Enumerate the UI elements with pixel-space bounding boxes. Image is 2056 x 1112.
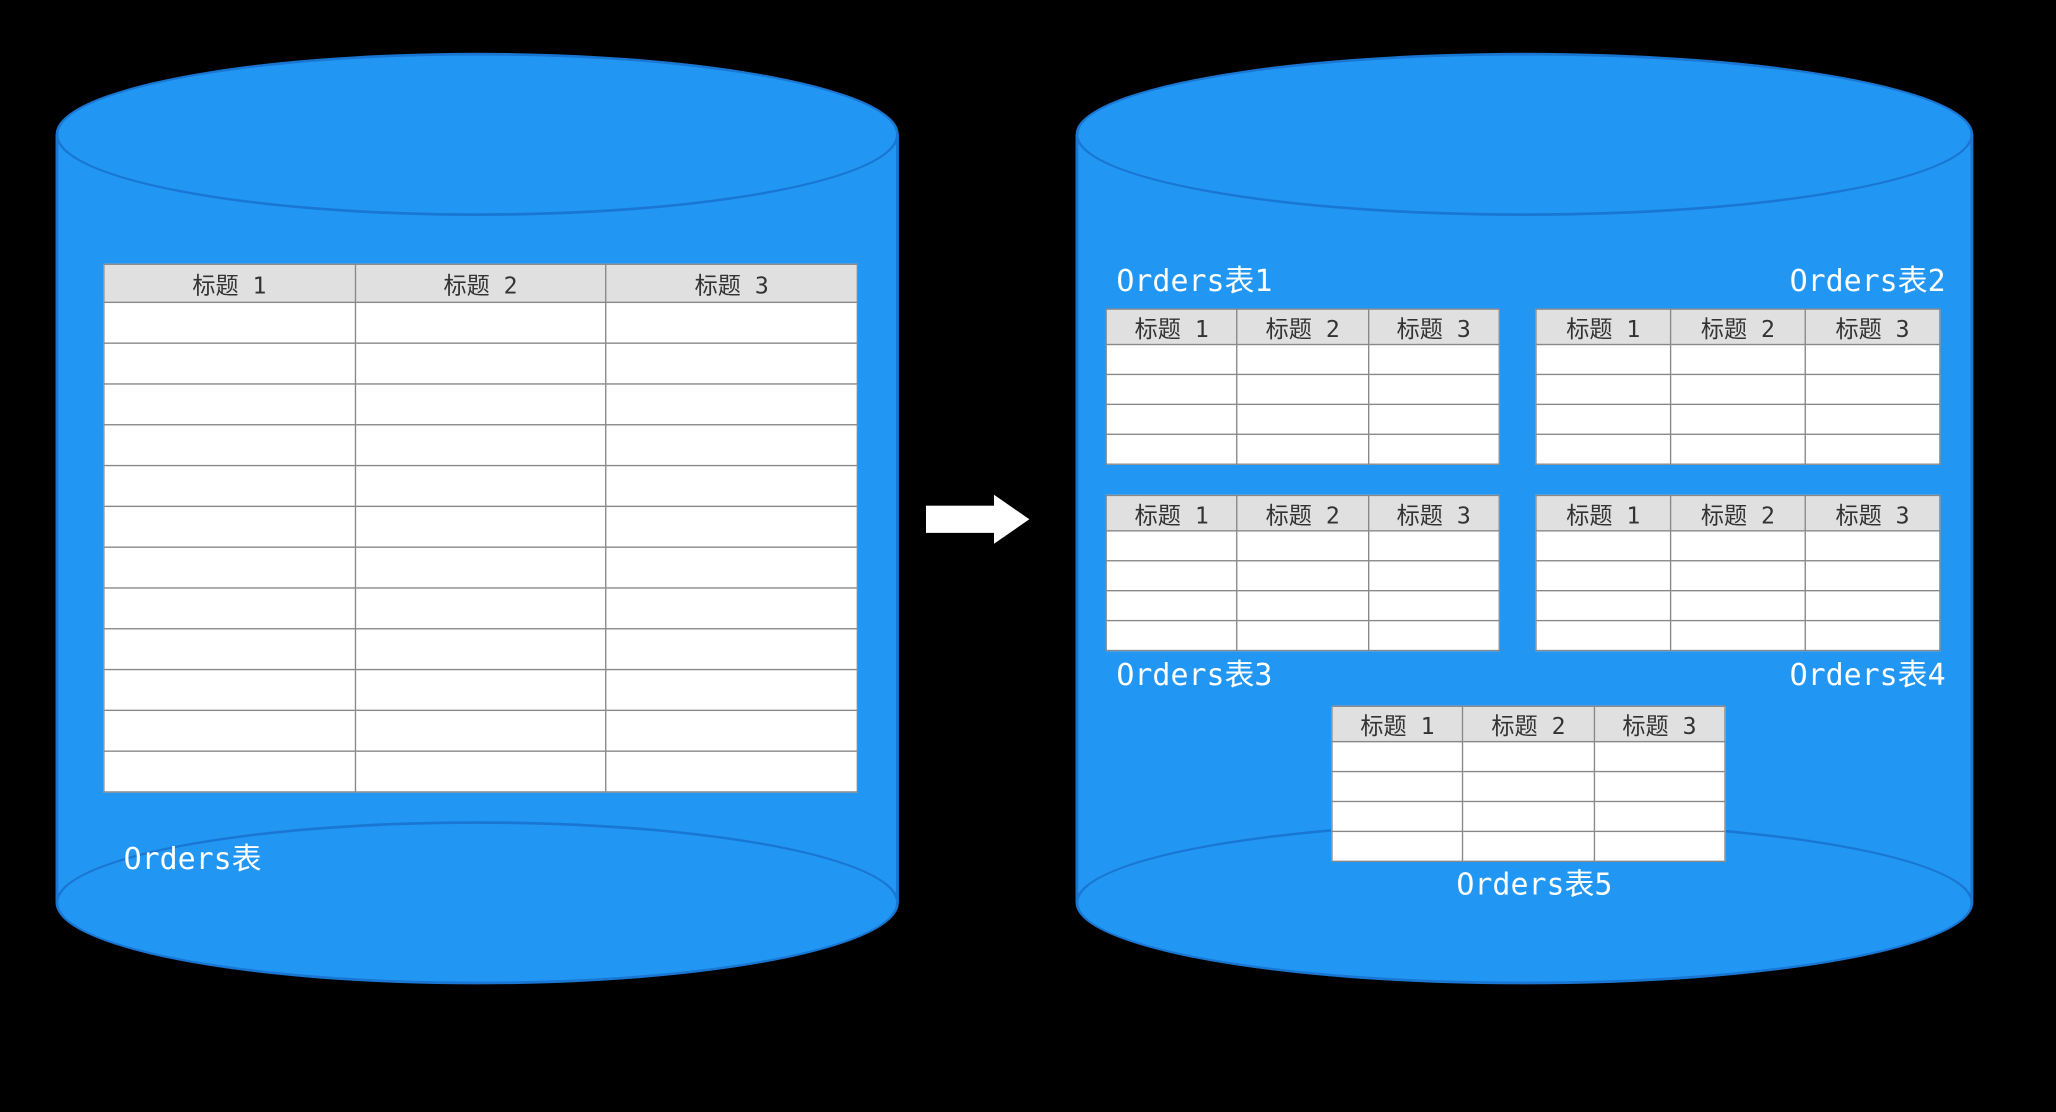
db2-t1-th1: 标题 1 xyxy=(1106,309,1237,344)
diagram-stage: 标题 1 标题 2 标题 3 Orders表 订单库1 Or xyxy=(1,26,2055,1087)
db2-t3-th2: 标题 2 xyxy=(1237,495,1368,530)
db2-t2-th1: 标题 1 xyxy=(1536,309,1671,344)
db2-t3-label: Orders表3 xyxy=(1116,651,1272,695)
db1-th1: 标题 1 xyxy=(104,264,355,302)
db2-t5-th2: 标题 2 xyxy=(1463,706,1594,741)
db2-t4-th3: 标题 3 xyxy=(1805,495,1940,530)
db2-t2-th3: 标题 3 xyxy=(1805,309,1940,344)
db2-t1-th3: 标题 3 xyxy=(1368,309,1499,344)
db1-orders-table: 标题 1 标题 2 标题 3 xyxy=(103,264,858,793)
db2-t5-table: 标题 1 标题 2 标题 3 xyxy=(1331,706,1725,862)
db1-th2: 标题 2 xyxy=(355,264,606,302)
db2-cylinder-top xyxy=(1076,53,1974,216)
db2-t4-th1: 标题 1 xyxy=(1536,495,1671,530)
db2-t5-label: Orders表5 xyxy=(1456,861,1612,905)
db2-t1-label: Orders表1 xyxy=(1116,257,1272,301)
db2-t3-table: 标题 1 标题 2 标题 3 xyxy=(1106,495,1500,651)
db1-caption: 订单库1 xyxy=(355,1005,600,1055)
db2-t1-table: 标题 1 标题 2 标题 3 xyxy=(1106,308,1500,464)
db2-t4-th2: 标题 2 xyxy=(1671,495,1806,530)
db2-caption: 订单库2 xyxy=(1402,1005,1647,1055)
db1-cylinder-top xyxy=(56,53,899,216)
db2-t2-label: Orders表2 xyxy=(1790,257,1946,301)
db2-t2-table: 标题 1 标题 2 标题 3 xyxy=(1535,308,1940,464)
db2-t3-th1: 标题 1 xyxy=(1106,495,1237,530)
db1-th3: 标题 3 xyxy=(606,264,857,302)
db2-t2-th2: 标题 2 xyxy=(1671,309,1806,344)
db1-table-label: Orders表 xyxy=(124,835,262,879)
db2-t1-th2: 标题 2 xyxy=(1237,309,1368,344)
db2-t4-label: Orders表4 xyxy=(1790,651,1946,695)
db2-t5-th1: 标题 1 xyxy=(1332,706,1463,741)
db2-t5-th3: 标题 3 xyxy=(1594,706,1725,741)
db2-t3-th3: 标题 3 xyxy=(1368,495,1499,530)
db2-t4-table: 标题 1 标题 2 标题 3 xyxy=(1535,495,1940,651)
